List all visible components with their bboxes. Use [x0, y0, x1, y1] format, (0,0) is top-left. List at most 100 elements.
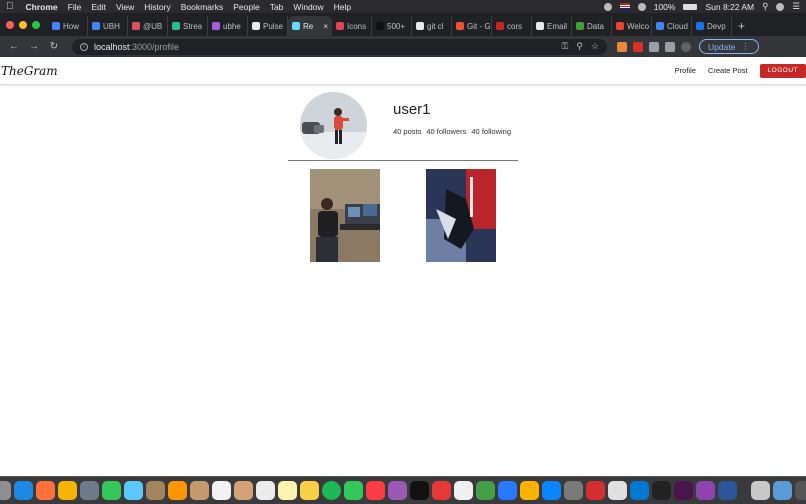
contacts-icon[interactable] — [234, 481, 253, 500]
adblock-icon[interactable] — [633, 41, 643, 52]
photos-icon[interactable] — [168, 481, 187, 500]
extensions-puzzle-icon[interactable] — [649, 41, 659, 52]
gallery-post-1[interactable] — [310, 169, 380, 262]
menu-tab[interactable]: Tab — [270, 2, 284, 12]
menu-bookmarks[interactable]: Bookmarks — [181, 2, 224, 12]
browser-tab[interactable]: ubhe — [208, 16, 248, 36]
news-icon[interactable] — [432, 481, 451, 500]
siri-icon[interactable] — [776, 2, 785, 11]
menu-file[interactable]: File — [68, 2, 82, 12]
browser-tab[interactable]: Icons — [332, 16, 372, 36]
reading-list-icon[interactable] — [665, 41, 675, 52]
new-tab-button[interactable]: + — [738, 16, 745, 36]
music-icon[interactable] — [366, 481, 385, 500]
menu-chrome[interactable]: Chrome — [26, 2, 58, 12]
launchpad-icon[interactable] — [0, 481, 11, 500]
followers-count[interactable]: 40 followers — [426, 127, 466, 136]
menu-help[interactable]: Help — [334, 2, 351, 12]
close-window-button[interactable] — [6, 20, 14, 29]
podcasts-icon[interactable] — [388, 481, 407, 500]
system-preferences-icon[interactable] — [564, 481, 583, 500]
spotify-icon[interactable] — [322, 481, 341, 500]
calendar-icon[interactable] — [212, 481, 231, 500]
tab-close-icon[interactable]: × — [323, 22, 328, 31]
clock[interactable]: Sun 8:22 AM — [705, 2, 754, 12]
gallery-post-2[interactable] — [426, 169, 496, 262]
extension-fox-icon[interactable] — [617, 41, 627, 52]
wifi-icon[interactable] — [637, 2, 646, 11]
spotlight-search-icon[interactable]: ⚲ — [762, 1, 768, 12]
control-center-icon[interactable]: ☰ — [792, 1, 800, 12]
menu-window[interactable]: Window — [293, 2, 323, 12]
bookmark-star-icon[interactable]: ☆ — [591, 41, 599, 52]
reminders-icon[interactable] — [256, 481, 275, 500]
word-icon[interactable] — [718, 481, 737, 500]
facetime-icon[interactable] — [124, 481, 143, 500]
address-bar[interactable]: i localhost:3000/profile ⚿ ⚲ ☆ — [72, 38, 607, 55]
nav-create-post-link[interactable]: Create Post — [708, 66, 748, 75]
textedit-icon[interactable] — [608, 481, 627, 500]
browser-tab[interactable]: 500+ — [372, 16, 412, 36]
documents-stack-icon[interactable] — [751, 481, 770, 500]
browser-tab[interactable]: Devp — [692, 16, 732, 36]
notes-icon[interactable] — [190, 481, 209, 500]
nav-profile-link[interactable]: Profile — [675, 66, 696, 75]
brand-logo[interactable]: TheGram — [1, 64, 58, 78]
menu-view[interactable]: View — [116, 2, 134, 12]
acrobat-icon[interactable] — [586, 481, 605, 500]
podcasts-green-icon[interactable] — [344, 481, 363, 500]
slack-icon[interactable] — [674, 481, 693, 500]
browser-tab[interactable]: Re × — [288, 16, 332, 36]
keynote-icon[interactable] — [498, 481, 517, 500]
terminal-icon[interactable] — [652, 481, 671, 500]
input-source-flag-icon[interactable] — [619, 3, 630, 10]
minimize-window-button[interactable] — [19, 20, 27, 29]
downloads-folder-icon[interactable] — [773, 481, 792, 500]
screenshots-stack-icon[interactable] — [795, 481, 806, 500]
notion-icon[interactable] — [696, 481, 715, 500]
browser-tab[interactable]: UBH — [88, 16, 128, 36]
update-button[interactable]: Update ⋮ — [699, 39, 759, 54]
browser-tab[interactable]: Data — [572, 16, 612, 36]
apple-tv-icon[interactable] — [410, 481, 429, 500]
reload-button[interactable]: ↻ — [46, 41, 62, 52]
vscode-icon[interactable] — [630, 481, 649, 500]
menu-people[interactable]: People — [233, 2, 259, 12]
browser-tab[interactable]: Cloud — [652, 16, 692, 36]
browser-tab[interactable]: Git - G — [452, 16, 492, 36]
stickies-icon[interactable] — [278, 481, 297, 500]
pages-icon[interactable] — [520, 481, 539, 500]
books-icon[interactable] — [454, 481, 473, 500]
forward-button[interactable]: → — [26, 41, 42, 52]
firefox-icon[interactable] — [36, 481, 55, 500]
menu-history[interactable]: History — [144, 2, 170, 12]
folder-icon[interactable] — [300, 481, 319, 500]
zoom-window-button[interactable] — [32, 20, 40, 29]
browser-tab[interactable]: How — [48, 16, 88, 36]
browser-tab[interactable]: Welco — [612, 16, 652, 36]
battery-icon[interactable] — [683, 3, 698, 10]
site-info-icon[interactable]: i — [80, 42, 88, 51]
chrome-icon[interactable] — [58, 481, 77, 500]
browser-tab[interactable]: Email — [532, 16, 572, 36]
bluetooth-icon[interactable] — [603, 2, 612, 11]
profile-avatar-icon[interactable] — [681, 41, 691, 52]
key-icon[interactable]: ⚿ — [561, 41, 568, 52]
back-button[interactable]: ← — [6, 41, 22, 52]
following-count[interactable]: 40 following — [471, 127, 511, 136]
numbers-icon[interactable] — [476, 481, 495, 500]
browser-tab[interactable]: Strea — [168, 16, 208, 36]
apple-icon[interactable]:  — [6, 1, 14, 12]
browser-tab[interactable]: Pulse — [248, 16, 288, 36]
browser-tab[interactable]: git cl — [412, 16, 452, 36]
mail-icon[interactable] — [146, 481, 165, 500]
browser-tab[interactable]: cors — [492, 16, 532, 36]
browser-tab[interactable]: @UB — [128, 16, 168, 36]
messages-icon[interactable] — [102, 481, 121, 500]
preview-icon[interactable] — [80, 481, 99, 500]
zoom-icon[interactable]: ⚲ — [576, 41, 583, 52]
safari-icon[interactable] — [14, 481, 33, 500]
menu-edit[interactable]: Edit — [91, 2, 106, 12]
app-store-icon[interactable] — [542, 481, 561, 500]
logout-button[interactable]: LOGOUT — [759, 63, 806, 78]
